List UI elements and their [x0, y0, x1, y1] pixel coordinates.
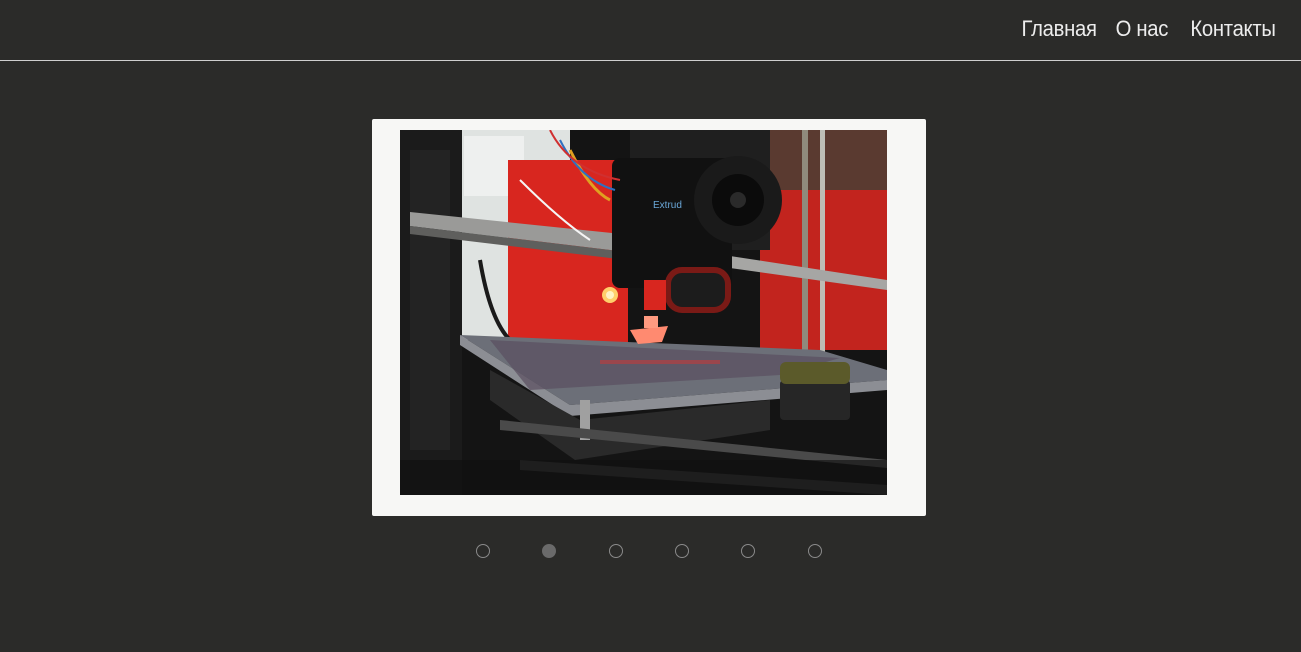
- nav-link-about[interactable]: О нас: [1116, 16, 1169, 42]
- slide-dot-1[interactable]: [476, 544, 490, 558]
- nav-link-home[interactable]: Главная: [1021, 16, 1096, 42]
- slide-dot-6[interactable]: [808, 544, 822, 558]
- slide-dot-5[interactable]: [741, 544, 755, 558]
- slide-dot-2[interactable]: [542, 544, 556, 558]
- slide-dot-3[interactable]: [609, 544, 623, 558]
- extruder-label: Extrud: [653, 200, 682, 211]
- printer-photo-illustration: Extrud: [400, 130, 887, 495]
- slide-dot-4[interactable]: [675, 544, 689, 558]
- slide-image[interactable]: Extrud: [400, 130, 887, 495]
- top-navigation-bar: Главная О нас Контакты: [0, 0, 1301, 61]
- nav-link-contacts[interactable]: Контакты: [1191, 16, 1277, 42]
- slider-frame: Extrud: [372, 119, 926, 516]
- main-nav: Главная О нас Контакты: [1015, 16, 1276, 42]
- slider-pagination: [476, 544, 822, 558]
